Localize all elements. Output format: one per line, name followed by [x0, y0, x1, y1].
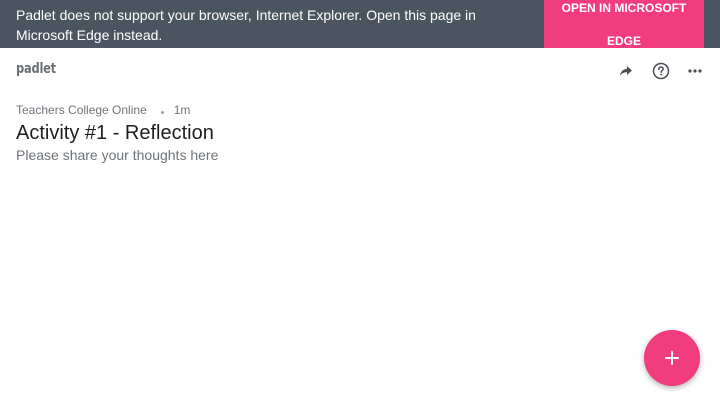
open-in-edge-label-line2: EDGE: [606, 34, 641, 48]
board-title: Activity #1 - Reflection: [16, 122, 214, 144]
board-time: 1m: [173, 103, 191, 117]
share-icon: [620, 66, 632, 76]
board-meta: Teachers College Online 1m: [16, 103, 190, 117]
padlet-logo[interactable]: padlet: [16, 61, 56, 77]
top-bar: padlet: [0, 48, 720, 92]
open-in-edge-label-line1: OPEN IN MICROSOFT: [561, 1, 687, 15]
help-icon: [652, 62, 670, 80]
browser-warning-message: Padlet does not support your browser, In…: [16, 7, 476, 43]
separator-dot: [160, 110, 164, 114]
open-in-edge-button[interactable]: OPEN IN MICROSOFT EDGE: [544, 0, 704, 48]
add-post-button[interactable]: [644, 330, 700, 386]
plus-icon: [665, 351, 679, 365]
browser-warning-banner: Padlet does not support your browser, In…: [0, 0, 720, 48]
share-button[interactable]: [615, 60, 637, 82]
help-button[interactable]: [650, 60, 672, 82]
board-author[interactable]: Teachers College Online: [16, 103, 147, 117]
more-icon: [688, 69, 702, 73]
board-description: Please share your thoughts here: [16, 147, 219, 163]
more-options-button[interactable]: [684, 60, 706, 82]
padlet-page: Padlet does not support your browser, In…: [0, 0, 720, 405]
